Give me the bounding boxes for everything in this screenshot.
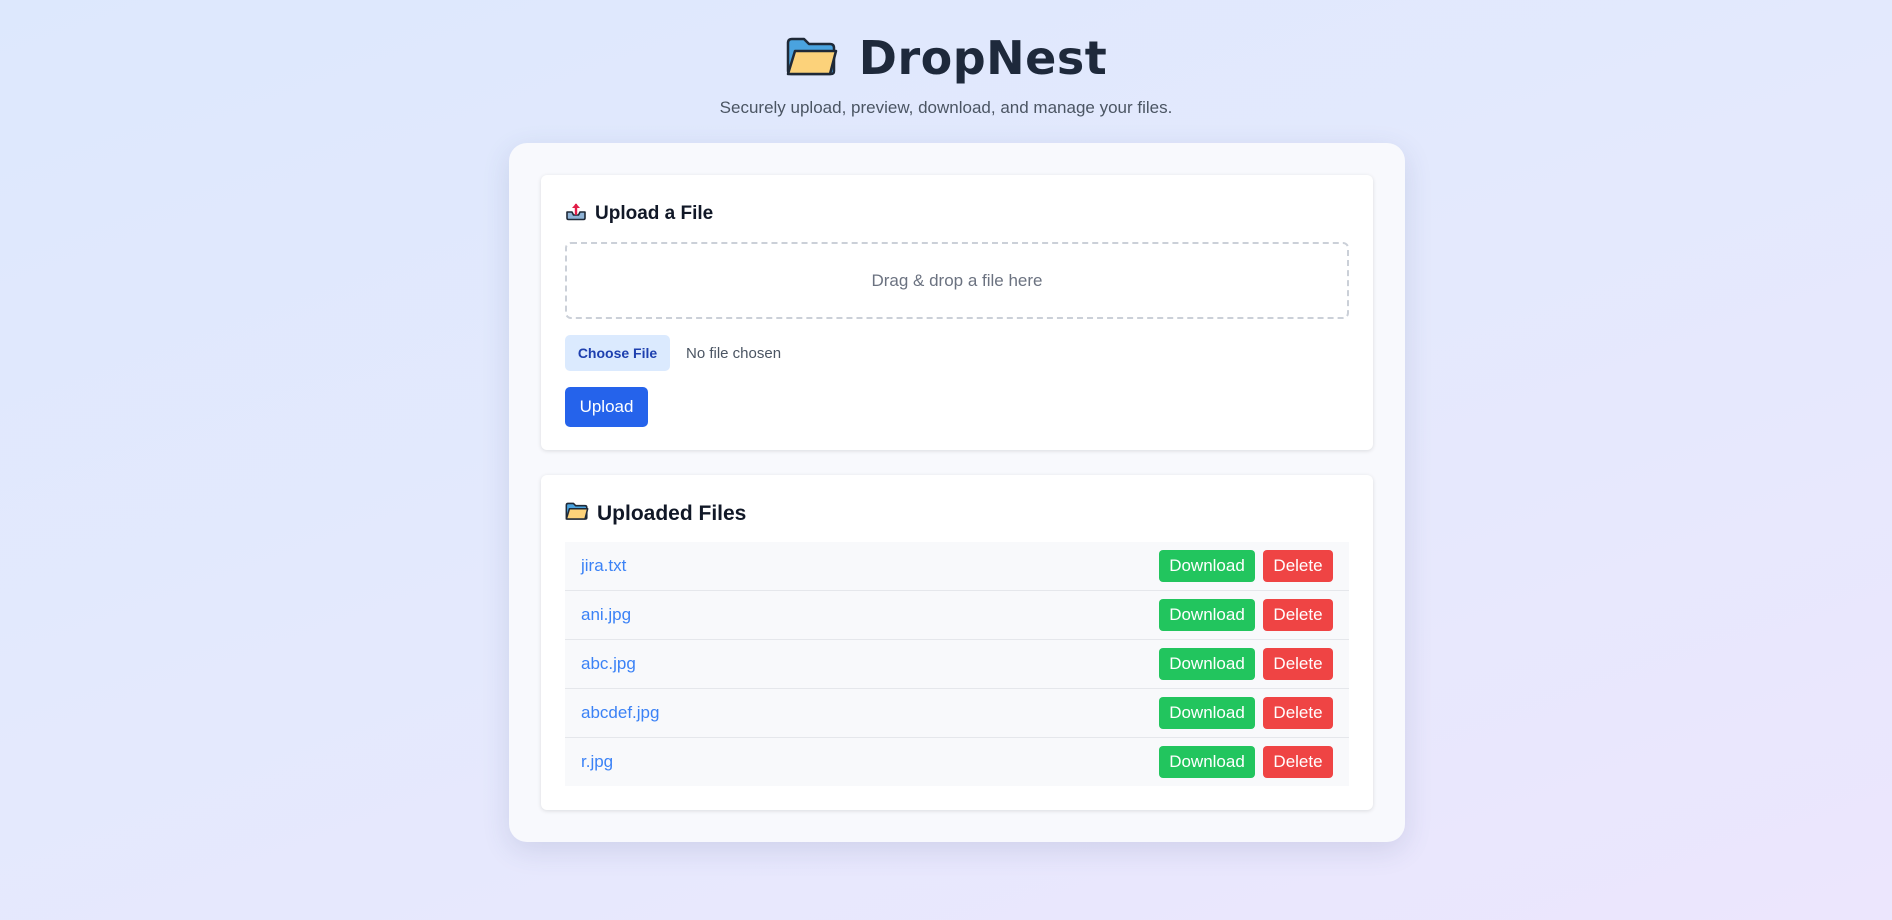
dropzone-text: Drag & drop a file here xyxy=(871,270,1043,290)
download-button[interactable]: Download xyxy=(1159,550,1255,582)
main-container: Upload a File Drag & drop a file here Ch… xyxy=(509,143,1405,842)
file-actions: Download Delete xyxy=(1159,746,1333,778)
uploaded-files-card: Uploaded Files jira.txt Download Delete … xyxy=(541,475,1373,810)
no-file-chosen-text: No file chosen xyxy=(686,344,782,362)
delete-button[interactable]: Delete xyxy=(1263,697,1333,729)
file-row: r.jpg Download Delete xyxy=(565,738,1349,786)
uploaded-files-heading: Uploaded Files xyxy=(565,501,746,527)
choose-file-button[interactable]: Choose File xyxy=(565,335,670,371)
app-subtitle: Securely upload, preview, download, and … xyxy=(719,98,1173,117)
file-row: ani.jpg Download Delete xyxy=(565,591,1349,640)
file-actions: Download Delete xyxy=(1159,550,1333,582)
upload-heading: Upload a File xyxy=(565,201,713,227)
file-name-link[interactable]: r.jpg xyxy=(581,752,613,772)
file-name-link[interactable]: abcdef.jpg xyxy=(581,703,659,723)
upload-heading-text: Upload a File xyxy=(595,203,714,224)
download-button[interactable]: Download xyxy=(1159,599,1255,631)
file-row: jira.txt Download Delete xyxy=(565,542,1349,591)
file-name-link[interactable]: jira.txt xyxy=(581,556,626,576)
file-name-link[interactable]: abc.jpg xyxy=(581,654,636,674)
download-button[interactable]: Download xyxy=(1159,746,1255,778)
page-header: DropNest Securely upload, preview, downl… xyxy=(0,30,1892,118)
upload-button[interactable]: Upload xyxy=(565,387,648,427)
file-actions: Download Delete xyxy=(1159,697,1333,729)
delete-button[interactable]: Delete xyxy=(1263,599,1333,631)
delete-button[interactable]: Delete xyxy=(1263,550,1333,582)
download-button[interactable]: Download xyxy=(1159,697,1255,729)
file-actions: Download Delete xyxy=(1159,648,1333,680)
file-row: abc.jpg Download Delete xyxy=(565,640,1349,689)
app-title: DropNest xyxy=(858,31,1108,85)
file-name-link[interactable]: ani.jpg xyxy=(581,605,631,625)
file-row: abcdef.jpg Download Delete xyxy=(565,689,1349,738)
download-button[interactable]: Download xyxy=(1159,648,1255,680)
delete-button[interactable]: Delete xyxy=(1263,648,1333,680)
folder-icon xyxy=(785,35,839,82)
folder-icon xyxy=(565,501,589,527)
file-picker: Choose File No file chosen xyxy=(565,335,781,371)
file-list: jira.txt Download Delete ani.jpg Downloa… xyxy=(565,542,1349,786)
file-actions: Download Delete xyxy=(1159,599,1333,631)
title-row: DropNest xyxy=(0,30,1892,86)
delete-button[interactable]: Delete xyxy=(1263,746,1333,778)
outbox-tray-icon xyxy=(565,201,587,227)
uploaded-files-heading-text: Uploaded Files xyxy=(597,502,747,525)
upload-card: Upload a File Drag & drop a file here Ch… xyxy=(541,175,1373,450)
dropzone[interactable]: Drag & drop a file here xyxy=(565,242,1349,319)
